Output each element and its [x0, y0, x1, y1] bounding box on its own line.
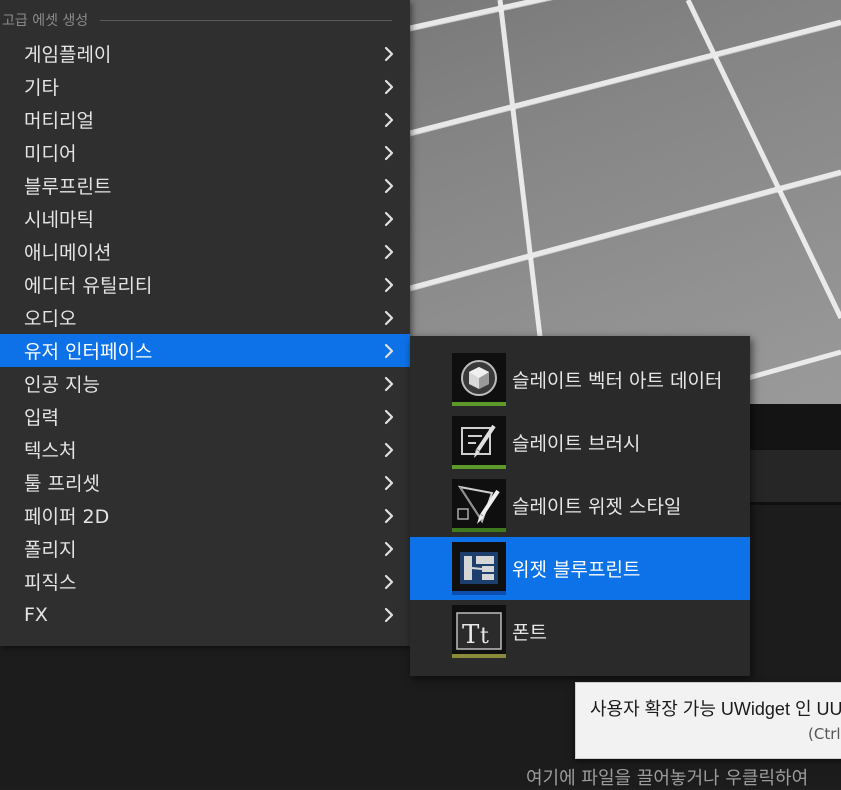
chevron-right-icon — [384, 169, 394, 202]
submenu-item-label: 슬레이트 브러시 — [512, 433, 641, 455]
asset-thumbnail — [452, 416, 506, 469]
menu-item-label: 오디오 — [24, 308, 77, 330]
menu-item-label: 블루프린트 — [24, 176, 112, 198]
menu-item[interactable]: 게임플레이 — [0, 37, 410, 70]
submenu-item[interactable]: 슬레이트 브러시 — [410, 411, 750, 474]
menu-item[interactable]: 피직스 — [0, 565, 410, 598]
submenu-item[interactable]: 슬레이트 위젯 스타일 — [410, 474, 750, 537]
chevron-right-icon — [384, 202, 394, 235]
tooltip-text: 사용자 확장 가능 UWidget 인 UUs — [590, 699, 841, 719]
advanced-asset-menu: 고급 에셋 생성 게임플레이기타머티리얼미디어블루프린트시네마틱애니메이션에디터… — [0, 0, 410, 646]
submenu-item-label: 위젯 블루프린트 — [512, 559, 641, 581]
svg-text:T: T — [462, 620, 480, 650]
menu-item-label: 피직스 — [24, 572, 77, 594]
menu-item[interactable]: 텍스처 — [0, 433, 410, 466]
chevron-right-icon — [384, 466, 394, 499]
user-interface-submenu: 슬레이트 벡터 아트 데이터슬레이트 브러시슬레이트 위젯 스타일위젯 블루프린… — [410, 336, 750, 676]
menu-item-label: 유저 인터페이스 — [24, 341, 153, 363]
menu-item-label: 인공 지능 — [24, 374, 100, 396]
submenu-item-label: 슬레이트 벡터 아트 데이터 — [512, 370, 723, 392]
asset-thumbnail — [452, 542, 506, 595]
menu-item-label: 폴리지 — [24, 539, 77, 561]
chevron-right-icon — [384, 136, 394, 169]
chevron-right-icon — [384, 499, 394, 532]
menu-item[interactable]: 페이퍼 2D — [0, 499, 410, 532]
submenu-item[interactable]: 위젯 블루프린트 — [410, 537, 750, 600]
section-header: 고급 에셋 생성 — [0, 8, 400, 32]
tooltip-shortcut: (Ctrl — [808, 725, 841, 743]
menu-item[interactable]: 기타 — [0, 70, 410, 103]
menu-item-label: 애니메이션 — [24, 242, 112, 264]
asset-type-color-bar — [452, 402, 506, 406]
asset-type-color-bar — [452, 654, 506, 658]
submenu-item[interactable]: 슬레이트 벡터 아트 데이터 — [410, 348, 750, 411]
chevron-right-icon — [384, 37, 394, 70]
menu-item[interactable]: 폴리지 — [0, 532, 410, 565]
menu-item-label: 시네마틱 — [24, 209, 94, 231]
menu-item-label: 기타 — [24, 77, 59, 99]
menu-item-label: 에디터 유틸리티 — [24, 275, 153, 297]
chevron-right-icon — [384, 103, 394, 136]
drop-hint-text: 여기에 파일을 끌어놓거나 우클릭하여 — [526, 768, 809, 789]
chevron-right-icon — [384, 433, 394, 466]
menu-item[interactable]: FX — [0, 598, 410, 631]
menu-item[interactable]: 인공 지능 — [0, 367, 410, 400]
menu-item[interactable]: 오디오 — [0, 301, 410, 334]
asset-thumbnail: Tt — [452, 605, 506, 658]
menu-item[interactable]: 미디어 — [0, 136, 410, 169]
menu-item-label: 페이퍼 2D — [24, 506, 110, 528]
menu-item-label: 입력 — [24, 407, 59, 429]
section-header-label: 고급 에셋 생성 — [2, 13, 89, 29]
menu-item[interactable]: 블루프린트 — [0, 169, 410, 202]
menu-item-label: 미디어 — [24, 143, 77, 165]
menu-item-label: 툴 프리셋 — [24, 473, 100, 495]
asset-type-color-bar — [452, 465, 506, 469]
menu-item[interactable]: 툴 프리셋 — [0, 466, 410, 499]
menu-item[interactable]: 머티리얼 — [0, 103, 410, 136]
menu-item-label: 텍스처 — [24, 440, 77, 462]
menu-item[interactable]: 유저 인터페이스 — [0, 334, 410, 367]
menu-item[interactable]: 에디터 유틸리티 — [0, 268, 410, 301]
menu-item-label: 게임플레이 — [24, 44, 112, 66]
tooltip: 사용자 확장 가능 UWidget 인 UUs (Ctrl — [575, 682, 841, 759]
menu-item[interactable]: 시네마틱 — [0, 202, 410, 235]
section-divider — [100, 19, 392, 21]
menu-item[interactable]: 애니메이션 — [0, 235, 410, 268]
chevron-right-icon — [384, 235, 394, 268]
chevron-right-icon — [384, 400, 394, 433]
chevron-right-icon — [384, 70, 394, 103]
submenu-item[interactable]: Tt 폰트 — [410, 600, 750, 663]
asset-type-color-bar — [452, 591, 506, 595]
menu-item[interactable]: 입력 — [0, 400, 410, 433]
chevron-right-icon — [384, 367, 394, 400]
chevron-right-icon — [384, 598, 394, 631]
asset-type-color-bar — [452, 528, 506, 532]
chevron-right-icon — [384, 301, 394, 334]
submenu-item-label: 슬레이트 위젯 스타일 — [512, 496, 682, 518]
chevron-right-icon — [384, 334, 394, 367]
submenu-item-label: 폰트 — [512, 622, 547, 644]
asset-thumbnail — [452, 479, 506, 532]
asset-thumbnail — [452, 353, 506, 406]
chevron-right-icon — [384, 565, 394, 598]
chevron-right-icon — [384, 268, 394, 301]
menu-item-label: FX — [24, 603, 48, 626]
menu-item-label: 머티리얼 — [24, 110, 94, 132]
menu-list: 게임플레이기타머티리얼미디어블루프린트시네마틱애니메이션에디터 유틸리티오디오유… — [0, 37, 410, 631]
chevron-right-icon — [384, 532, 394, 565]
svg-text:t: t — [480, 624, 489, 649]
